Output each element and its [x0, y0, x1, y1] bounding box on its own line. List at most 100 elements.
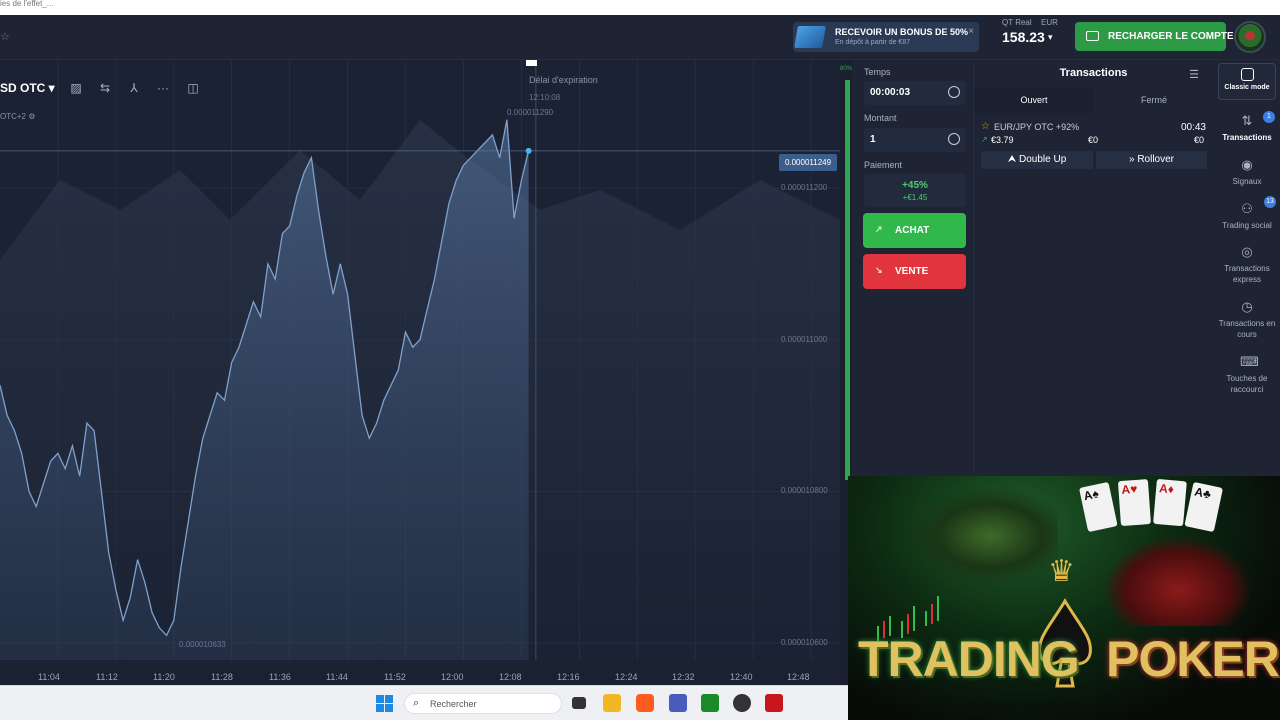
sidebar-item-signals[interactable]: ◉ Signaux: [1214, 158, 1280, 187]
rollover-label: Rollover: [1137, 154, 1175, 165]
windows-start-icon[interactable]: [376, 695, 393, 712]
current-price-dot: [525, 147, 532, 154]
euro-icon: [948, 133, 960, 145]
drawing-icon[interactable]: ⅄: [124, 79, 144, 97]
users-icon: ⚇: [1241, 201, 1253, 216]
layout-icon[interactable]: ◫: [183, 79, 203, 97]
crown-icon: ♛: [1048, 555, 1075, 588]
tab-closed[interactable]: Fermé: [1094, 88, 1214, 113]
recharge-label: RECHARGER LE COMPTE: [1108, 31, 1234, 42]
browser-tab-text[interactable]: ies de l'effet_...: [0, 0, 53, 8]
chart-type-icon[interactable]: ▨: [66, 79, 86, 97]
x-tick: 11:28: [211, 672, 233, 682]
sidebar-item-label: Transactions: [1222, 133, 1272, 142]
chart-canvas[interactable]: [0, 60, 840, 685]
social-badge: 13: [1264, 196, 1276, 208]
calculator-icon[interactable]: [669, 694, 687, 712]
list-icon[interactable]: ☰: [1189, 68, 1199, 81]
x-tick: 11:52: [384, 672, 406, 682]
double-up-label: Double Up: [1019, 154, 1067, 165]
rollover-button[interactable]: » Rollover: [1096, 151, 1207, 169]
file-explorer-icon[interactable]: [603, 694, 621, 712]
account-selector[interactable]: QT Real EUR 158.23 ▾: [1000, 17, 1070, 57]
keyboard-icon: ⌨: [1240, 354, 1259, 369]
transactions-badge: 1: [1263, 111, 1275, 123]
close-icon[interactable]: ×: [968, 26, 974, 37]
flag-icon[interactable]: [526, 60, 537, 66]
time-field[interactable]: 00:00:03: [864, 81, 966, 105]
expiry-label: Délai d'expiration: [529, 75, 598, 85]
gear-icon[interactable]: ⚙: [28, 112, 35, 121]
sidebar-item-express[interactable]: ◎ Transactions express: [1214, 245, 1280, 285]
double-chevron-right-icon: »: [1128, 154, 1135, 165]
sidebar-item-social[interactable]: ⚇ Trading social 13: [1214, 196, 1280, 231]
avatar[interactable]: [1234, 21, 1266, 53]
asset-selector[interactable]: SD OTC ▾: [0, 81, 55, 95]
more-icon[interactable]: ···: [153, 79, 173, 97]
sidebar-item-label: Signaux: [1232, 177, 1262, 186]
sidebar-item-shortcuts[interactable]: ⌨ Touches de raccourci: [1214, 355, 1280, 395]
x-tick: 12:08: [499, 672, 522, 682]
x-tick: 12:48: [787, 672, 810, 682]
x-tick: 11:12: [96, 672, 118, 682]
recharge-button[interactable]: RECHARGER LE COMPTE: [1075, 22, 1234, 51]
playing-cards: A♠ A♥ A♦ A♣: [1078, 478, 1248, 533]
clock-icon: ◷: [1241, 299, 1253, 314]
star-icon[interactable]: ☆: [0, 30, 10, 43]
poker-chips-illustration: [1103, 536, 1253, 626]
bonus-banner[interactable]: RECEVOIR UN BONUS DE 50% En dépôt à part…: [793, 22, 979, 52]
top-header: ☆ RECEVOIR UN BONUS DE 50% En dépôt à pa…: [0, 15, 1280, 60]
bonus-title: RECEVOIR UN BONUS DE 50%: [835, 27, 969, 37]
app-icon[interactable]: [765, 694, 783, 712]
account-currency: EUR: [1041, 18, 1058, 27]
asset-sub-text: OTC+2: [0, 112, 27, 121]
account-type: QT Real: [1002, 18, 1032, 27]
x-tick: 12:16: [557, 672, 580, 682]
trading-poker-overlay: A♠ A♥ A♦ A♣ ♛ TRADING POKER: [848, 476, 1280, 720]
os-taskbar: ⌕ Rechercher: [0, 685, 848, 720]
wallet-icon: [1086, 31, 1099, 41]
card: A♥: [1117, 479, 1151, 527]
payout-percent: +45%: [902, 180, 928, 191]
x-tick: 12:32: [672, 672, 695, 682]
classic-mode-button[interactable]: Classic mode: [1218, 63, 1276, 100]
task-view-icon[interactable]: [572, 697, 586, 709]
x-tick: 11:44: [326, 672, 348, 682]
star-icon[interactable]: ☆: [981, 121, 990, 132]
signal-icon: ◉: [1241, 157, 1253, 172]
time-value: 00:00:03: [870, 87, 911, 98]
sell-button[interactable]: ↘ VENTE: [863, 254, 966, 289]
trade-profit: €0: [1088, 135, 1099, 145]
app-icon[interactable]: [733, 694, 751, 712]
sidebar-item-label: Trading social: [1222, 221, 1272, 230]
sidebar-item-transactions[interactable]: ⇅ Transactions 1: [1214, 111, 1280, 143]
indicators-icon[interactable]: ⇆: [95, 79, 115, 97]
brave-browser-icon[interactable]: [636, 694, 654, 712]
double-up-button[interactable]: ⮝ Double Up: [981, 151, 1093, 169]
arrow-up-icon: ↗: [875, 224, 883, 234]
app-icon[interactable]: [701, 694, 719, 712]
buy-button[interactable]: ↗ ACHAT: [863, 213, 966, 248]
card: A♦: [1153, 478, 1187, 527]
sidebar-item-label: Touches de raccourci: [1226, 374, 1268, 394]
sidebar-item-pending[interactable]: ◷ Transactions en cours: [1214, 300, 1280, 340]
x-tick: 12:40: [730, 672, 753, 682]
y-tick: 0.000010600: [781, 638, 828, 647]
bull-illustration: [908, 486, 1058, 586]
taskbar-search[interactable]: ⌕ Rechercher: [404, 693, 562, 714]
tab-open[interactable]: Ouvert: [974, 88, 1094, 113]
search-placeholder: Rechercher: [430, 699, 477, 709]
open-trade-item[interactable]: ☆ EUR/JPY OTC +92% 00:43 ↗ €3.79 €0 €0 ⮝…: [981, 120, 1207, 170]
trade-result: €0: [1193, 135, 1204, 145]
classic-mode-label: Classic mode: [1224, 84, 1270, 91]
arrow-down-icon: ↘: [875, 265, 883, 275]
transactions-panel: Transactions ☰ Ouvert Fermé ☆ EUR/JPY OT…: [973, 60, 1213, 480]
amount-value: 1: [870, 134, 876, 145]
expiry-time: 12:10:08: [529, 93, 561, 102]
overlay-title-left: TRADING: [858, 631, 1080, 687]
arrow-up-icon: ↗: [981, 135, 988, 144]
price-chart[interactable]: SD OTC ▾ ▨ ⇆ ⅄ ··· ◫ OTC+2 ⚙ Délai d'exp…: [0, 60, 840, 685]
card: A♠: [1078, 481, 1118, 533]
browser-tab-strip: ies de l'effet_...: [0, 0, 1280, 15]
amount-field[interactable]: 1: [864, 128, 966, 152]
